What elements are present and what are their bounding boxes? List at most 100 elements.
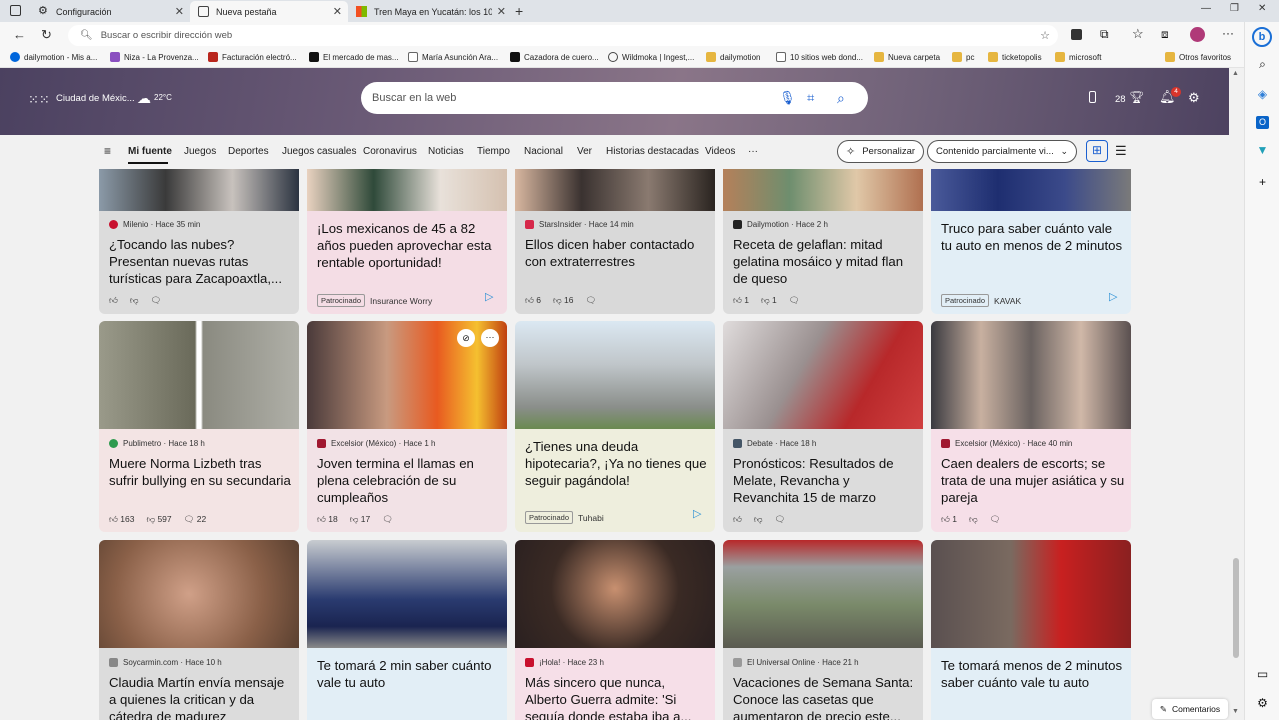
- phone-icon[interactable]: [1089, 91, 1096, 103]
- dislike-icon[interactable]: 👎︎ 597: [146, 514, 171, 525]
- tab-juegos-casuales[interactable]: Juegos casuales: [282, 146, 357, 157]
- puzzle-icon[interactable]: ⧉: [1100, 27, 1109, 42]
- tab-tren-maya[interactable]: Tren Maya en Yucatán: los 10 me ✕: [348, 1, 512, 22]
- bookmark-folder[interactable]: microsoft: [1055, 52, 1101, 62]
- content-visibility-select[interactable]: Contenido parcialmente vi... ⌄: [927, 140, 1077, 163]
- minimize-icon[interactable]: —: [1201, 3, 1211, 14]
- like-icon[interactable]: 👍︎ 163: [109, 514, 134, 525]
- like-icon[interactable]: 👍︎: [109, 295, 118, 306]
- card-title[interactable]: Te tomará 2 min saber cuánto vale tu aut…: [317, 657, 501, 709]
- extension-icon[interactable]: [1071, 29, 1082, 40]
- bing-icon[interactable]: b: [1252, 27, 1272, 47]
- news-card[interactable]: ⊘ ··· Excelsior (México) · Hace 1 h Jove…: [307, 321, 507, 532]
- news-card[interactable]: StarsInsider · Hace 14 min Ellos dicen h…: [515, 169, 715, 314]
- tab-actions-icon[interactable]: [10, 5, 21, 16]
- scroll-up-icon[interactable]: ▲: [1232, 70, 1239, 77]
- dislike-icon[interactable]: 👎︎: [130, 295, 139, 306]
- news-card[interactable]: Debate · Hace 18 h Pronósticos: Resultad…: [723, 321, 923, 532]
- restore-icon[interactable]: ❐: [1230, 3, 1239, 14]
- tab-nacional[interactable]: Nacional: [524, 146, 563, 157]
- dislike-icon[interactable]: 👎︎: [754, 514, 763, 525]
- bookmark-folder[interactable]: dailymotion: [706, 52, 760, 62]
- bookmark-item[interactable]: El mercado de mas...: [309, 52, 399, 62]
- scroll-down-icon[interactable]: ▼: [1232, 708, 1239, 715]
- outlook-icon[interactable]: O: [1256, 116, 1269, 129]
- visual-search-icon[interactable]: ⌗: [807, 90, 814, 106]
- news-card[interactable]: Soycarmin.com · Hace 10 h Claudia Martín…: [99, 540, 299, 720]
- dislike-icon[interactable]: 👎︎ 16: [553, 295, 573, 306]
- back-icon[interactable]: ←: [13, 27, 26, 42]
- like-icon[interactable]: 👍︎ 1: [733, 295, 749, 306]
- tab-nueva-pestana[interactable]: Nueva pestaña ✕: [190, 1, 348, 22]
- card-title[interactable]: Joven termina el llamas en plena celebra…: [317, 455, 501, 507]
- card-title[interactable]: Más sincero que nunca, Alberto Guerra ad…: [525, 674, 709, 720]
- grid-view-icon[interactable]: ⊞: [1086, 140, 1108, 162]
- close-icon[interactable]: ✕: [333, 5, 342, 18]
- news-card[interactable]: Milenio · Hace 35 min ¿Tocando las nubes…: [99, 169, 299, 314]
- comment-off-icon[interactable]: 🗨︎: [990, 514, 1001, 525]
- trophy-icon[interactable]: 🏆︎: [1129, 90, 1144, 104]
- card-title[interactable]: Caen dealers de escorts; se trata de una…: [941, 455, 1125, 507]
- list-view-icon[interactable]: ☰: [1115, 143, 1127, 159]
- comment-icon[interactable]: 🗨︎: [151, 295, 162, 306]
- favorites-icon[interactable]: ☆: [1132, 26, 1144, 42]
- sponsored-card[interactable]: ¡Los mexicanos de 45 a 82 años pueden ap…: [307, 169, 507, 314]
- rewards-count[interactable]: 28: [1115, 94, 1126, 105]
- bookmark-item[interactable]: Facturación electró...: [208, 52, 297, 62]
- like-icon[interactable]: 👍︎ 18: [317, 514, 338, 525]
- sponsored-card[interactable]: Te tomará 2 min saber cuánto vale tu aut…: [307, 540, 507, 720]
- sponsored-card[interactable]: Te tomará menos de 2 minutos saber cuánt…: [931, 540, 1131, 720]
- tab-juegos[interactable]: Juegos: [184, 146, 216, 157]
- news-card[interactable]: Excelsior (México) · Hace 40 min Caen de…: [931, 321, 1131, 532]
- close-icon[interactable]: ✕: [497, 5, 506, 18]
- tab-mi-fuente[interactable]: Mi fuente: [128, 146, 172, 157]
- shopping-icon[interactable]: ◈: [1256, 88, 1269, 101]
- other-favorites[interactable]: Otros favoritos: [1165, 52, 1231, 62]
- bookmark-item[interactable]: Cazadora de cuero...: [510, 52, 599, 62]
- scrollbar-thumb[interactable]: [1233, 558, 1239, 658]
- bookmark-item[interactable]: Niza - La Provenza...: [110, 52, 199, 62]
- search-icon[interactable]: ⌕: [1256, 58, 1269, 71]
- tab-ver[interactable]: Ver: [577, 146, 592, 157]
- profile-avatar[interactable]: [1190, 27, 1205, 42]
- close-icon[interactable]: ✕: [175, 5, 184, 18]
- card-title[interactable]: Pronósticos: Resultados de Melate, Revan…: [733, 455, 917, 507]
- page-scrollbar[interactable]: ▲ ▼: [1229, 68, 1244, 720]
- apps-grid-icon[interactable]: ⁙⁙: [28, 92, 50, 108]
- sidebar-toggle-icon[interactable]: ▭: [1256, 668, 1269, 681]
- card-title[interactable]: Vacaciones de Semana Santa: Conoce las c…: [733, 674, 917, 720]
- comment-icon[interactable]: 🗨︎: [789, 295, 800, 306]
- comment-icon[interactable]: 🗨︎ 22: [184, 514, 207, 525]
- new-tab-icon[interactable]: +: [515, 3, 523, 19]
- tab-videos[interactable]: Videos: [705, 146, 735, 157]
- tab-configuracion[interactable]: ⚙ Configuración ✕: [30, 1, 190, 22]
- url-field[interactable]: 🔍︎ Buscar o escribir dirección web ☆: [68, 25, 1058, 46]
- bookmark-folder[interactable]: pc: [952, 52, 974, 62]
- settings-icon[interactable]: ⚙: [1188, 90, 1200, 106]
- like-icon[interactable]: 👍︎: [733, 514, 742, 525]
- search-icon[interactable]: ⌕: [837, 90, 845, 107]
- tab-coronavirus[interactable]: Coronavirus: [363, 146, 417, 157]
- refresh-icon[interactable]: ↻: [41, 27, 52, 43]
- tab-historias-destacadas[interactable]: Historias destacadas: [606, 146, 699, 157]
- card-title[interactable]: Claudia Martín envía mensaje a quienes l…: [109, 674, 293, 720]
- menu-icon[interactable]: ≡: [104, 144, 111, 158]
- ad-choices-icon[interactable]: ▷: [693, 507, 701, 520]
- news-card[interactable]: Publimetro · Hace 18 h Muere Norma Lizbe…: [99, 321, 299, 532]
- card-title[interactable]: ¿Tocando las nubes? Presentan nuevas rut…: [109, 236, 293, 288]
- tab-deportes[interactable]: Deportes: [228, 146, 269, 157]
- card-title[interactable]: Te tomará menos de 2 minutos saber cuánt…: [941, 657, 1125, 709]
- ad-choices-icon[interactable]: ▷: [1109, 290, 1117, 303]
- collections-icon[interactable]: ⧈: [1161, 27, 1169, 42]
- tab-tiempo[interactable]: Tiempo: [477, 146, 510, 157]
- news-card[interactable]: El Universal Online · Hace 21 h Vacacion…: [723, 540, 923, 720]
- sponsored-card[interactable]: ¿Tienes una deuda hipotecaria?, ¡Ya no t…: [515, 321, 715, 532]
- dislike-icon[interactable]: 👎︎: [969, 514, 978, 525]
- bookmark-item[interactable]: María Asunción Ara...: [408, 52, 498, 62]
- news-card[interactable]: ¡Hola! · Hace 23 h Más sincero que nunca…: [515, 540, 715, 720]
- bookmark-item[interactable]: 10 sitios web dond...: [776, 52, 863, 62]
- more-options-icon[interactable]: ···: [481, 329, 499, 347]
- settings-icon[interactable]: ⚙: [1256, 697, 1269, 710]
- microphone-icon[interactable]: 🎙︎: [779, 90, 796, 106]
- card-title[interactable]: ¡Los mexicanos de 45 a 82 años pueden ap…: [317, 220, 501, 272]
